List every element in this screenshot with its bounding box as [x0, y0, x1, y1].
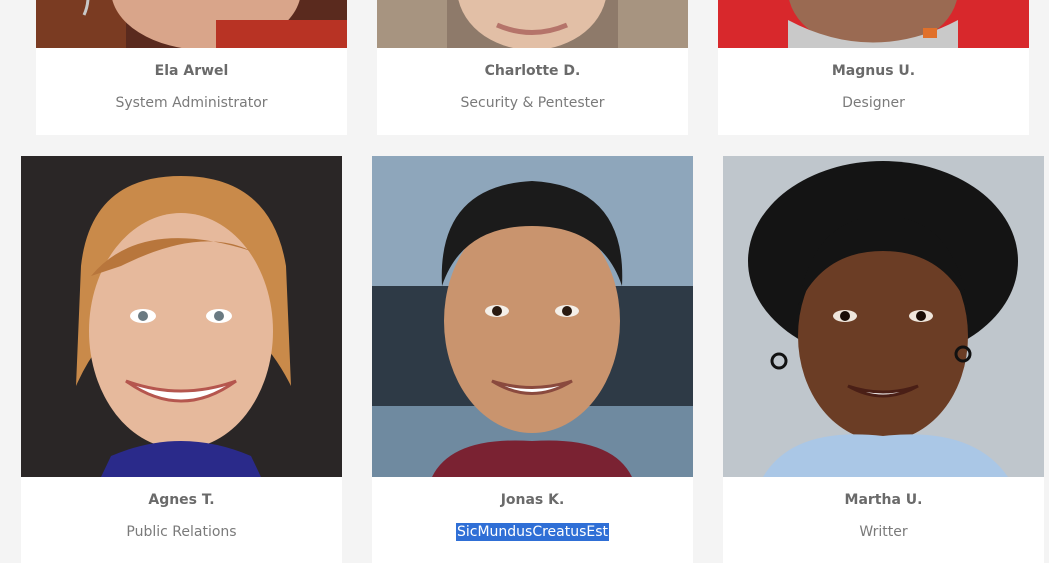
member-role: Writter: [859, 524, 908, 540]
member-name: Ela Arwel: [154, 63, 229, 79]
profile-photo-charlotte-d: [377, 0, 688, 48]
member-role: System Administrator: [115, 95, 268, 111]
team-card-jonas-k: Jonas K. SicMundusCreatusEst: [372, 156, 693, 563]
member-name: Magnus U.: [831, 63, 916, 79]
team-card-agnes-t: Agnes T. Public Relations: [21, 156, 342, 563]
team-card-ela-arwel: Ela Arwel System Administrator: [36, 0, 347, 135]
member-name: Charlotte D.: [484, 63, 581, 79]
member-role[interactable]: SicMundusCreatusEst: [372, 523, 693, 541]
member-role: Public Relations: [126, 524, 237, 540]
selected-role-text[interactable]: SicMundusCreatusEst: [455, 523, 610, 541]
member-role: Designer: [842, 95, 905, 111]
profile-photo-agnes-t: [21, 156, 342, 477]
profile-photo-ela-arwel: [36, 0, 347, 48]
member-name: Martha U.: [844, 492, 923, 508]
team-page: Ela Arwel System Administrator Charlotte…: [0, 0, 1049, 563]
member-role: Security & Pentester: [460, 95, 605, 111]
member-name: Jonas K.: [500, 492, 565, 508]
profile-photo-martha-u: [723, 156, 1044, 477]
profile-photo-magnus-u: [718, 0, 1029, 48]
team-card-charlotte-d: Charlotte D. Security & Pentester: [377, 0, 688, 135]
team-card-magnus-u: Magnus U. Designer: [718, 0, 1029, 135]
profile-photo-jonas-k: [372, 156, 693, 477]
member-name: Agnes T.: [148, 492, 215, 508]
team-card-martha-u: Martha U. Writter: [723, 156, 1044, 563]
